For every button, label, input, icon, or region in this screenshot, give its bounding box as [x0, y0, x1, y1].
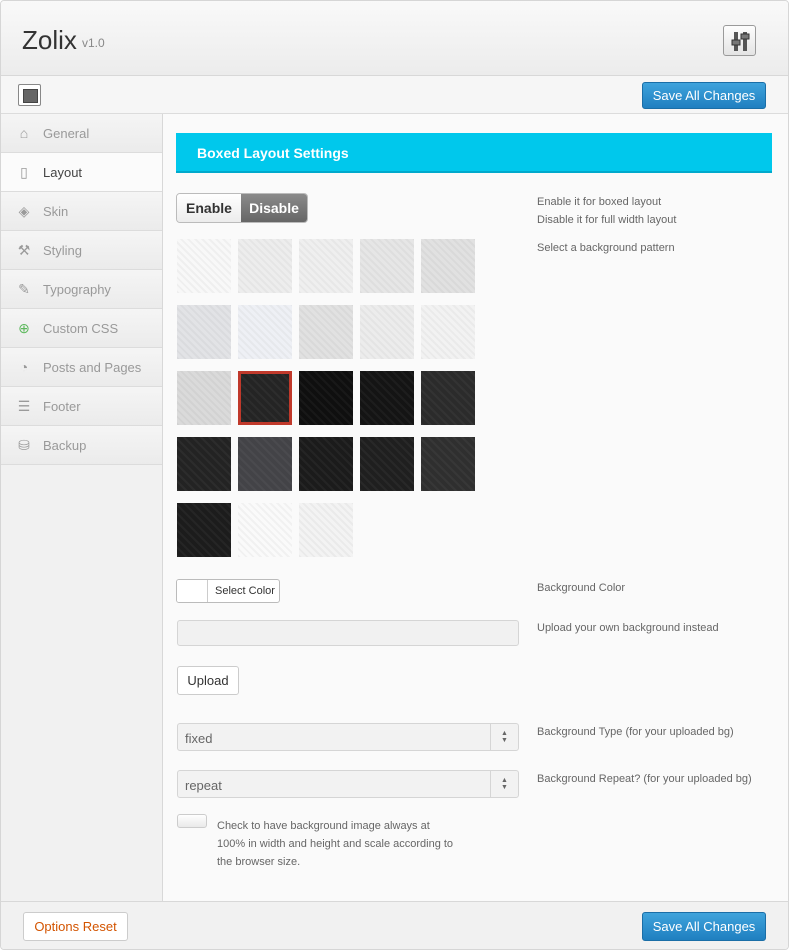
pattern-swatch[interactable] — [360, 437, 414, 491]
toggle-desc-enable: Enable it for boxed layout — [537, 196, 662, 208]
home-icon: ⌂ — [19, 125, 29, 141]
pattern-swatch[interactable] — [177, 437, 231, 491]
sidebar-item-label: Posts and Pages — [43, 360, 142, 375]
sliders-icon[interactable] — [723, 25, 756, 56]
pattern-swatch[interactable] — [177, 239, 231, 293]
background-type-select[interactable]: fixed ▲ ▼ — [177, 723, 519, 751]
drive-icon: ⛁ — [18, 437, 30, 453]
pattern-swatch[interactable] — [238, 239, 292, 293]
upload-url-input[interactable] — [177, 620, 519, 646]
select-arrows-icon: ▲ ▼ — [490, 771, 518, 797]
background-repeat-description: Background Repeat? (for your uploaded bg… — [537, 773, 752, 785]
footer: Options Reset Save All Changes — [1, 901, 788, 949]
pattern-swatch[interactable] — [238, 437, 292, 491]
background-repeat-select[interactable]: repeat ▲ ▼ — [177, 770, 519, 798]
add-circle-icon: ⊕ — [18, 320, 30, 336]
pencil-icon: ✎ — [18, 281, 30, 297]
upload-description: Upload your own background instead — [537, 622, 719, 634]
pattern-swatch[interactable] — [360, 371, 414, 425]
pattern-swatch[interactable] — [299, 503, 353, 557]
color-preview — [177, 580, 208, 602]
pattern-swatch[interactable] — [299, 305, 353, 359]
select-color-button[interactable]: Select Color — [176, 579, 280, 603]
paint-bucket-icon: ◈ — [18, 203, 30, 219]
fullsize-background-checkbox[interactable] — [177, 814, 207, 828]
save-all-changes-button-top[interactable]: Save All Changes — [642, 82, 766, 109]
pattern-swatch[interactable] — [360, 239, 414, 293]
pattern-swatch[interactable] — [177, 371, 231, 425]
select-color-label: Select Color — [215, 585, 275, 597]
sidebar-item-layout[interactable]: ▯ Layout — [1, 153, 162, 192]
pattern-swatch[interactable] — [238, 503, 292, 557]
sidebar-item-typography[interactable]: ✎ Typography — [1, 270, 162, 309]
brand-title: Zolix — [22, 25, 77, 55]
options-panel: Zolix v1.0 Save All Changes ⌂ General ▯ … — [0, 0, 789, 950]
sidebar-item-label: Custom CSS — [43, 321, 119, 336]
pattern-swatch[interactable] — [177, 305, 231, 359]
pattern-swatch[interactable] — [238, 371, 292, 425]
section-header: Boxed Layout Settings — [176, 133, 772, 173]
sidebar-item-posts-and-pages[interactable]: ◔ Posts and Pages — [1, 348, 162, 387]
background-type-description: Background Type (for your uploaded bg) — [537, 726, 734, 738]
main-content: Boxed Layout Settings Enable Disable Ena… — [163, 114, 788, 901]
sidebar-item-label: Backup — [43, 438, 87, 453]
section-title: Boxed Layout Settings — [197, 145, 349, 161]
boxed-layout-toggle: Enable Disable — [176, 193, 308, 223]
pattern-swatch[interactable] — [421, 239, 475, 293]
sidebar-item-label: Layout — [43, 165, 83, 180]
pattern-description: Select a background pattern — [537, 242, 675, 254]
wrench-icon: ⚒ — [17, 242, 31, 258]
sidebar-item-label: General — [43, 126, 90, 141]
pattern-swatch[interactable] — [238, 305, 292, 359]
pattern-swatch[interactable] — [177, 503, 231, 557]
toolbar: Save All Changes — [1, 76, 788, 114]
pattern-swatch[interactable] — [421, 305, 475, 359]
select-arrows-icon: ▲ ▼ — [490, 724, 518, 750]
sidebar-item-label: Typography — [43, 282, 111, 297]
sidebar-item-skin[interactable]: ◈ Skin — [1, 192, 162, 231]
sidebar: ⌂ General ▯ Layout ◈ Skin ⚒ Styling ✎ Ty… — [1, 114, 163, 901]
toggle-description: Enable it for boxed layout Disable it fo… — [537, 193, 676, 229]
pattern-swatch[interactable] — [360, 305, 414, 359]
page-icon: ▯ — [20, 164, 28, 180]
footer-icon: ☰ — [17, 398, 31, 414]
pattern-swatch[interactable] — [299, 371, 353, 425]
background-type-value: fixed — [185, 731, 213, 746]
toggle-desc-disable: Disable it for full width layout — [537, 214, 677, 226]
pattern-swatch[interactable] — [299, 437, 353, 491]
sidebar-item-backup[interactable]: ⛁ Backup — [1, 426, 162, 465]
save-all-changes-button-bottom[interactable]: Save All Changes — [642, 912, 766, 941]
layout-icon[interactable] — [18, 84, 41, 106]
pattern-swatch[interactable] — [299, 239, 353, 293]
sidebar-item-custom-css[interactable]: ⊕ Custom CSS — [1, 309, 162, 348]
pattern-swatch[interactable] — [421, 437, 475, 491]
sidebar-item-label: Skin — [43, 204, 69, 219]
sidebar-item-general[interactable]: ⌂ General — [1, 114, 162, 153]
sidebar-item-footer[interactable]: ☰ Footer — [1, 387, 162, 426]
enable-button[interactable]: Enable — [177, 194, 241, 222]
disable-button[interactable]: Disable — [241, 194, 307, 222]
sidebar-item-styling[interactable]: ⚒ Styling — [1, 231, 162, 270]
background-color-description: Background Color — [537, 582, 626, 594]
sidebar-item-label: Styling — [43, 243, 83, 258]
pie-icon: ◔ — [19, 359, 29, 375]
options-reset-button[interactable]: Options Reset — [23, 912, 128, 941]
header: Zolix v1.0 — [1, 1, 788, 76]
pattern-swatch[interactable] — [421, 371, 475, 425]
fullsize-background-description: Check to have background image always at… — [217, 820, 454, 868]
background-repeat-value: repeat — [185, 778, 222, 793]
version-label: v1.0 — [82, 36, 105, 50]
sidebar-item-label: Footer — [43, 399, 81, 414]
upload-button[interactable]: Upload — [177, 666, 239, 695]
